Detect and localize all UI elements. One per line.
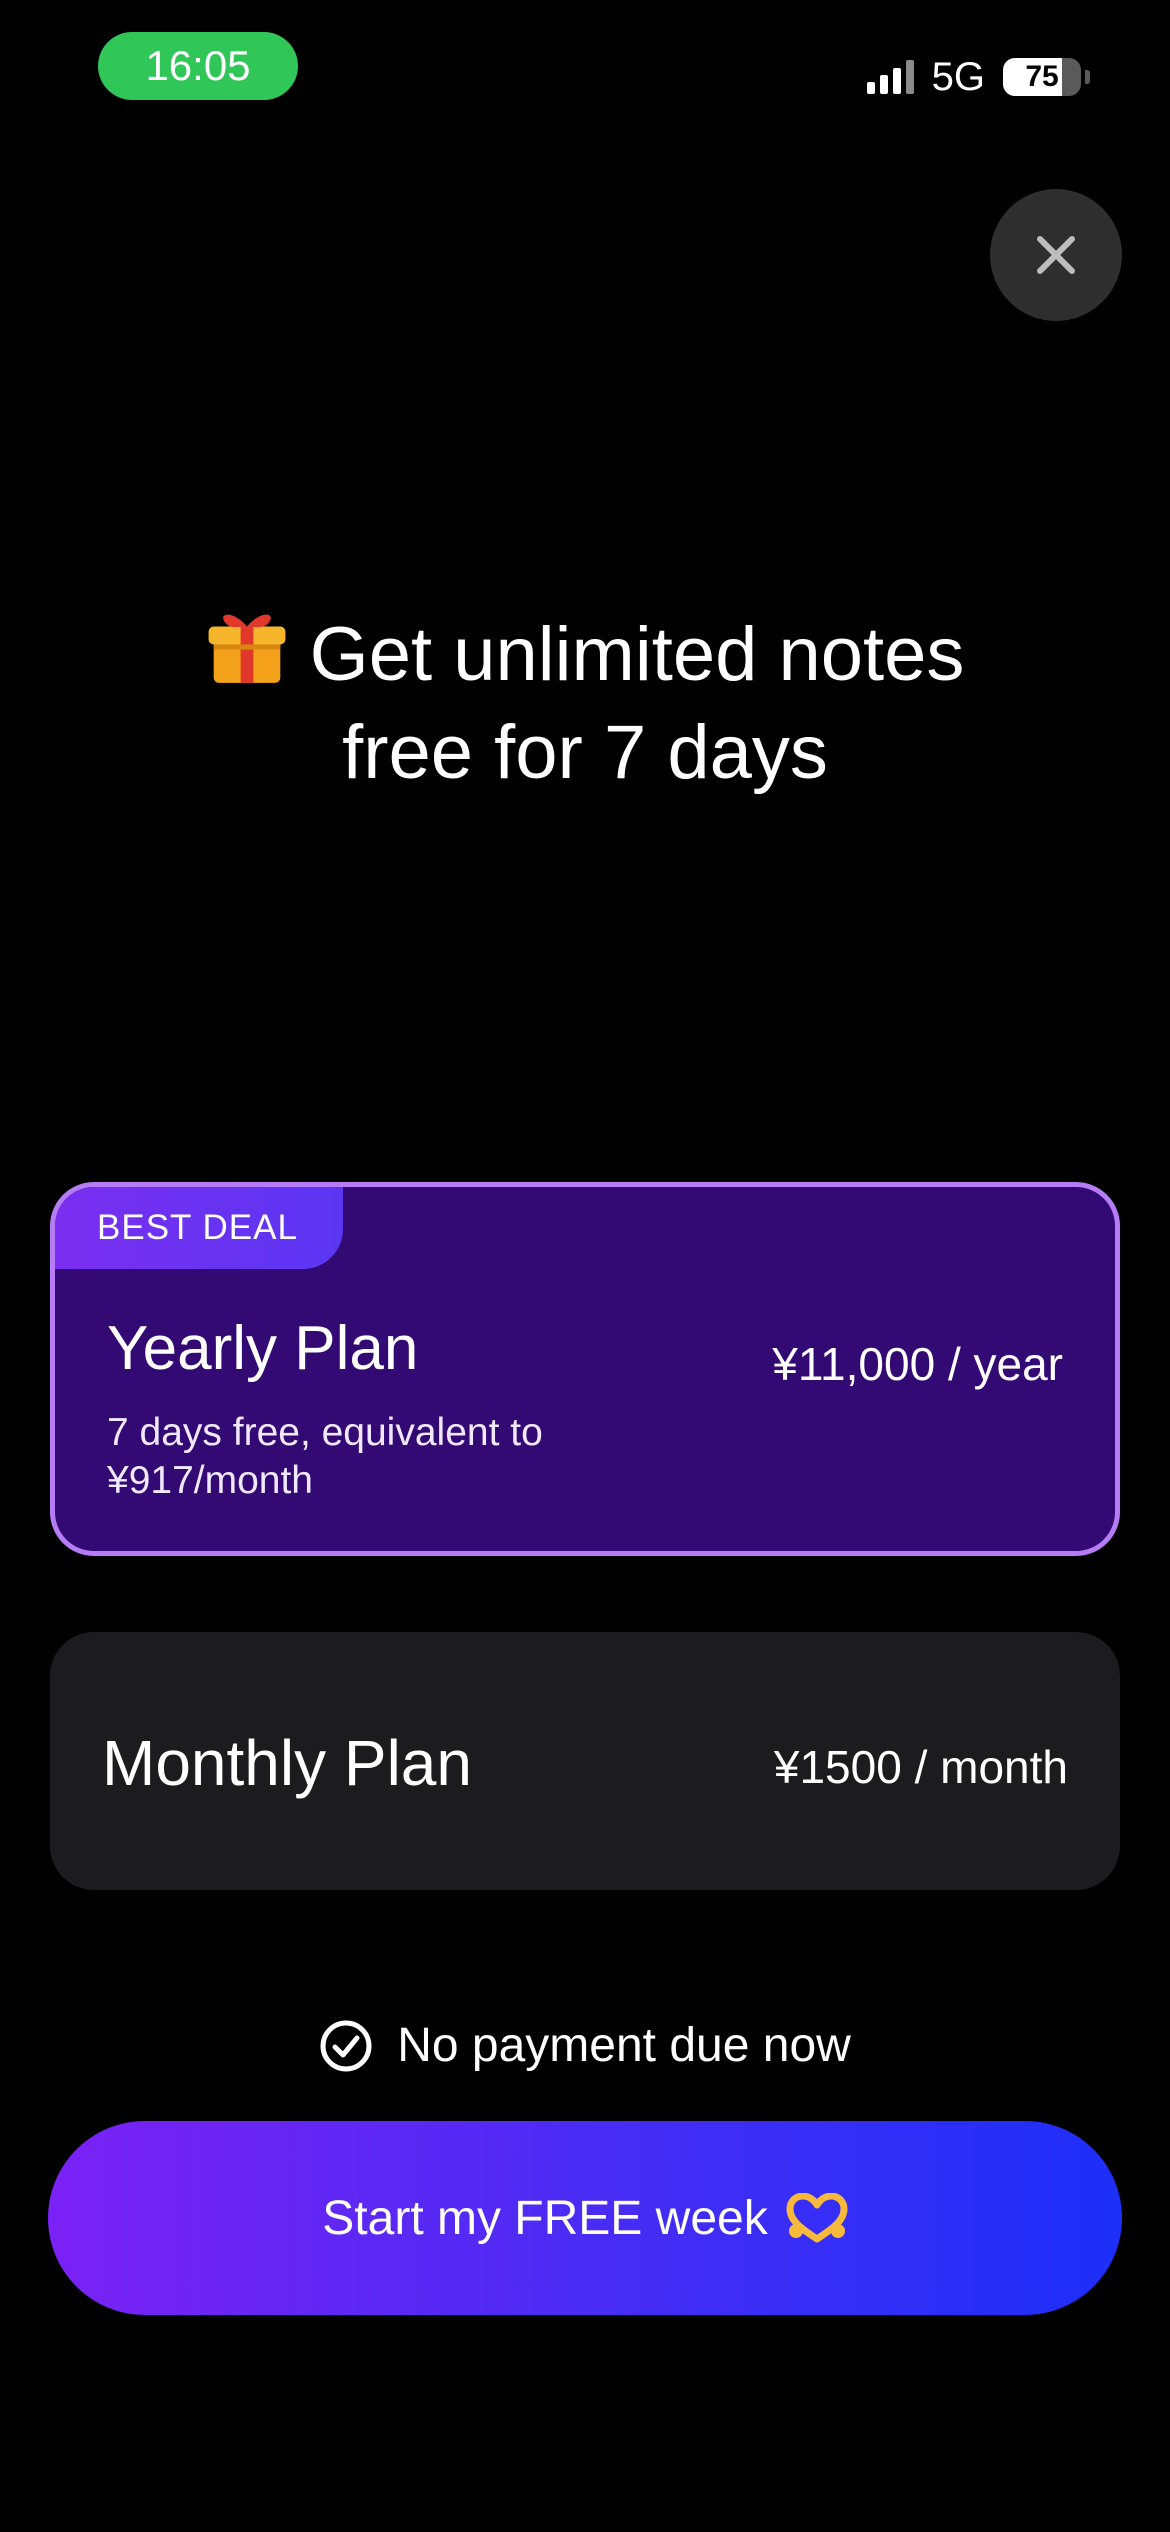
check-circle-icon xyxy=(320,2020,372,2071)
plan-option-yearly[interactable]: BEST DEAL Yearly Plan 7 days free, equiv… xyxy=(50,1182,1120,1556)
headline-line-1: Get unlimited notes xyxy=(309,612,965,697)
signal-icon xyxy=(866,60,914,94)
gift-icon xyxy=(208,614,286,683)
heart-hands-icon xyxy=(786,2193,848,2243)
headline-line-2: free for 7 days xyxy=(342,710,828,795)
start-free-week-button[interactable]: Start my FREE week xyxy=(48,2121,1122,2315)
status-indicators: 5G 75 xyxy=(866,52,1090,102)
battery-level: 75 xyxy=(1025,60,1059,93)
best-deal-badge: BEST DEAL xyxy=(55,1187,343,1269)
battery-icon: 75 xyxy=(1003,58,1081,96)
network-label: 5G xyxy=(931,54,985,99)
yearly-plan-title: Yearly Plan xyxy=(107,1314,419,1383)
yearly-plan-subtitle: 7 days free, equivalent to ¥917/month xyxy=(107,1411,543,1502)
monthly-plan-title: Monthly Plan xyxy=(102,1727,472,1799)
payment-notice-text: No payment due now xyxy=(397,2019,851,2072)
monthly-plan-price: ¥1500 / month xyxy=(773,1741,1068,1793)
close-icon xyxy=(1037,236,1075,274)
status-time: 16:05 xyxy=(98,32,298,100)
close-button[interactable] xyxy=(990,189,1122,321)
page-title: Get unlimited notes free for 7 days xyxy=(100,606,1070,802)
start-free-week-label: Start my FREE week xyxy=(322,2191,768,2245)
payment-notice: No payment due now xyxy=(0,2018,1170,2073)
yearly-plan-price: ¥11,000 / year xyxy=(772,1338,1063,1390)
plan-option-monthly[interactable]: Monthly Plan ¥1500 / month xyxy=(50,1632,1120,1890)
